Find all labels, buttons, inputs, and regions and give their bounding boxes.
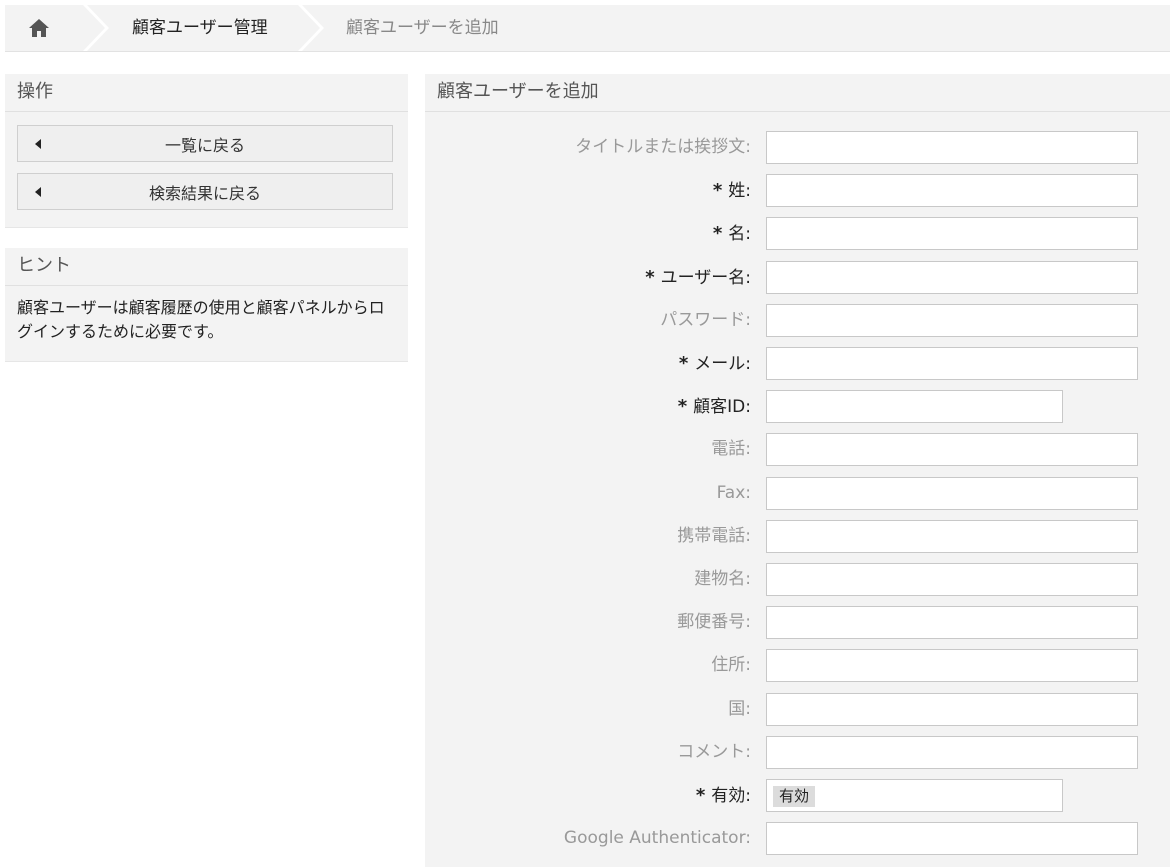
hint-text: 顧客ユーザーは顧客履歴の使用と顧客パネルからログインするために必要です。 xyxy=(17,298,385,341)
form-row-postal-code: 郵便番号: xyxy=(425,606,1170,639)
required-marker: * xyxy=(678,353,689,374)
add-customer-user-panel: 顧客ユーザーを追加 タイトルまたは挨拶文: * 姓: * 名: * ユーザー名: パスワード:… xyxy=(425,74,1170,867)
back-to-search-results-label: 検索結果に戻る xyxy=(148,183,261,203)
building-label-text: 建物名: xyxy=(694,569,751,589)
form-row-valid: * 有効: 有効 xyxy=(425,779,1170,812)
breadcrumb-current: 顧客ユーザーを追加 xyxy=(346,18,499,38)
form-title: 顧客ユーザーを追加 xyxy=(425,74,1170,112)
form-row-last-name: * 姓: xyxy=(425,174,1170,207)
caret-left-icon xyxy=(35,187,41,197)
required-marker: * xyxy=(677,396,688,417)
form-row-mobile: 携帯電話: xyxy=(425,520,1170,553)
form-row-customer-id: * 顧客ID: xyxy=(425,390,1170,423)
phone-label-text: 電話: xyxy=(711,439,751,459)
postal-code-label: 郵便番号: xyxy=(677,606,751,639)
valid-label: * 有効: xyxy=(696,779,751,812)
valid-selected-value: 有効 xyxy=(773,786,816,807)
first-name-label-text: 名: xyxy=(728,224,751,244)
title-label: タイトルまたは挨拶文: xyxy=(575,131,751,164)
address-label: 住所: xyxy=(711,649,751,682)
phone-input[interactable] xyxy=(766,433,1138,466)
mobile-label: 携帯電話: xyxy=(677,520,751,553)
building-input[interactable] xyxy=(766,563,1138,596)
actions-title: 操作 xyxy=(5,74,408,112)
google-authenticator-input[interactable] xyxy=(766,822,1138,855)
required-marker: * xyxy=(712,180,723,201)
password-input[interactable] xyxy=(766,304,1138,337)
customer-id-label: * 顧客ID: xyxy=(678,390,751,423)
breadcrumb: 顧客ユーザー管理 顧客ユーザーを追加 xyxy=(5,5,1170,52)
mobile-input[interactable] xyxy=(766,520,1138,553)
breadcrumb-separator xyxy=(298,5,324,51)
form-row-email: * メール: xyxy=(425,347,1170,380)
form-row-building: 建物名: xyxy=(425,563,1170,596)
address-label-text: 住所: xyxy=(711,655,751,675)
building-label: 建物名: xyxy=(694,563,751,596)
back-to-list-button[interactable]: 一覧に戻る xyxy=(17,125,393,162)
breadcrumb-customer-user-management[interactable]: 顧客ユーザー管理 xyxy=(132,5,268,51)
email-input[interactable] xyxy=(766,347,1138,380)
breadcrumb-separator xyxy=(83,5,109,51)
email-label-text: メール: xyxy=(694,354,751,374)
valid-label-text: 有効: xyxy=(711,786,751,806)
form-row-country: 国: xyxy=(425,693,1170,726)
comment-input[interactable] xyxy=(766,736,1138,769)
required-marker: * xyxy=(712,223,723,244)
email-label: * メール: xyxy=(679,347,751,380)
form-row-username: * ユーザー名: xyxy=(425,261,1170,294)
actions-box: 操作 一覧に戻る 検索結果に戻る xyxy=(5,74,408,228)
google-authenticator-label: Google Authenticator: xyxy=(564,822,751,855)
comment-label-text: コメント: xyxy=(677,742,751,762)
title-input[interactable] xyxy=(766,131,1138,164)
caret-left-icon xyxy=(35,139,41,149)
username-input[interactable] xyxy=(766,261,1138,294)
password-label: パスワード: xyxy=(660,304,751,337)
form-row-first-name: * 名: xyxy=(425,217,1170,250)
country-label-text: 国: xyxy=(728,699,751,719)
fax-label-text: Fax: xyxy=(716,483,751,503)
form-row-google-authenticator: Google Authenticator: xyxy=(425,822,1170,855)
username-label-text: ユーザー名: xyxy=(660,268,751,288)
form-row-password: パスワード: xyxy=(425,304,1170,337)
password-label-text: パスワード: xyxy=(660,310,751,330)
username-label: * ユーザー名: xyxy=(645,261,751,294)
last-name-input[interactable] xyxy=(766,174,1138,207)
fax-label: Fax: xyxy=(717,477,751,510)
breadcrumb-home[interactable] xyxy=(5,5,87,51)
form-row-comment: コメント: xyxy=(425,736,1170,769)
comment-label: コメント: xyxy=(677,736,751,769)
valid-select[interactable]: 有効 xyxy=(766,779,1063,812)
home-icon xyxy=(29,19,49,37)
form-row-title: タイトルまたは挨拶文: xyxy=(425,131,1170,164)
last-name-label-text: 姓: xyxy=(728,181,751,201)
country-label: 国: xyxy=(728,693,751,726)
back-to-list-label: 一覧に戻る xyxy=(164,135,245,155)
title-label-text: タイトルまたは挨拶文: xyxy=(575,137,751,157)
first-name-label: * 名: xyxy=(713,217,751,250)
hint-box: ヒント 顧客ユーザーは顧客履歴の使用と顧客パネルからログインするために必要です。 xyxy=(5,248,408,362)
first-name-input[interactable] xyxy=(766,217,1138,250)
required-marker: * xyxy=(695,785,706,806)
mobile-label-text: 携帯電話: xyxy=(677,526,751,546)
phone-label: 電話: xyxy=(711,433,751,466)
form-row-phone: 電話: xyxy=(425,433,1170,466)
customer-id-label-text: 顧客ID: xyxy=(693,397,751,417)
google-authenticator-label-text: Google Authenticator: xyxy=(563,828,751,848)
country-input[interactable] xyxy=(766,693,1138,726)
postal-code-label-text: 郵便番号: xyxy=(677,612,751,632)
fax-input[interactable] xyxy=(766,477,1138,510)
last-name-label: * 姓: xyxy=(713,174,751,207)
back-to-search-results-button[interactable]: 検索結果に戻る xyxy=(17,173,393,210)
form-row-address: 住所: xyxy=(425,649,1170,682)
form-row-fax: Fax: xyxy=(425,477,1170,510)
required-marker: * xyxy=(645,267,655,288)
address-input[interactable] xyxy=(766,649,1138,682)
customer-id-input[interactable] xyxy=(766,390,1063,423)
postal-code-input[interactable] xyxy=(766,606,1138,639)
hint-title: ヒント xyxy=(5,248,408,286)
